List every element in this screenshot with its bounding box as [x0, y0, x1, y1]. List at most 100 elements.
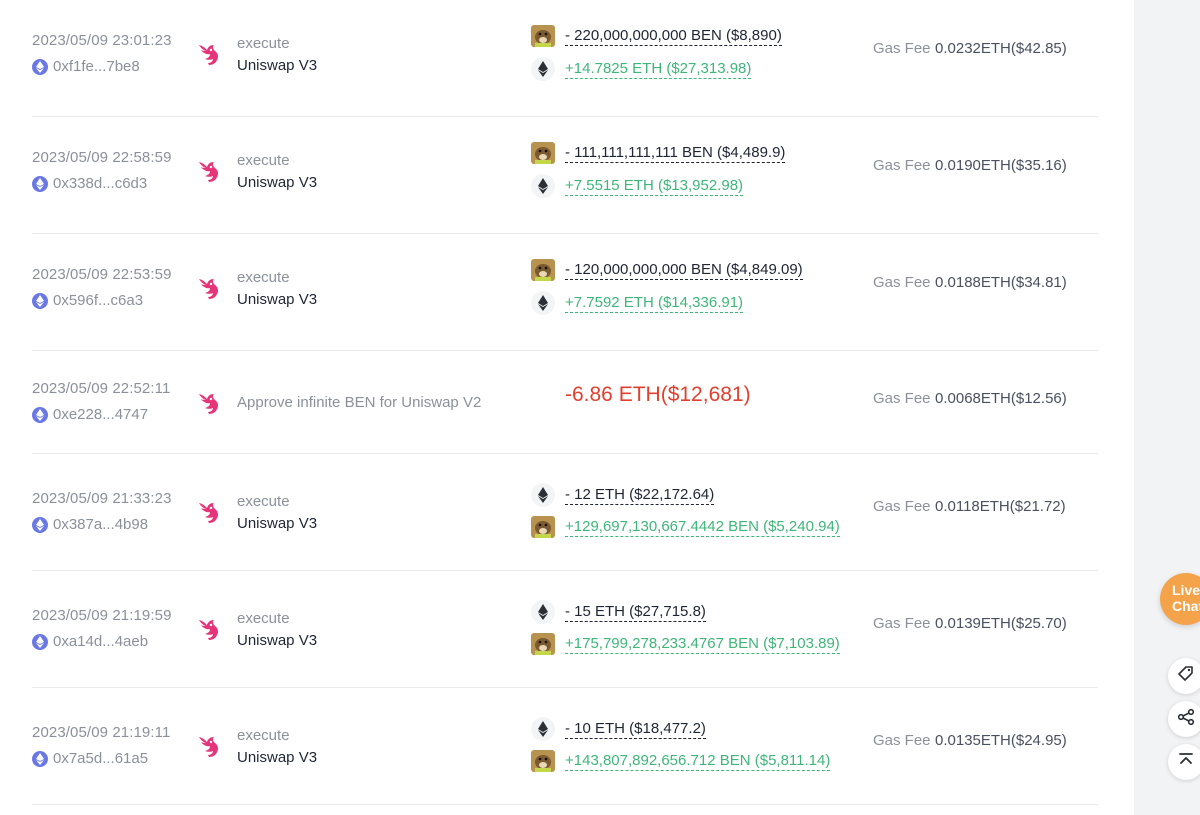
tx-timestamp: 2023/05/09 22:53:59 [32, 266, 172, 283]
transfer-amount-link[interactable]: +7.5515 ETH ($13,952.98) [565, 177, 744, 196]
uniswap-unicorn-icon [194, 497, 224, 527]
tx-hash-text: 0x596f...c6a3 [53, 292, 144, 309]
share-button[interactable] [1168, 701, 1200, 737]
tx-hash-text: 0xa14d...4aeb [53, 633, 149, 650]
token-transfer-out: - 10 ETH ($18,477.2) [531, 717, 706, 741]
token-transfer-out: - 15 ETH ($27,715.8) [531, 600, 706, 624]
gas-fee-value: 0.0139ETH($25.70) [935, 615, 1067, 632]
eth-token-icon [531, 483, 555, 507]
uniswap-unicorn-icon [194, 731, 224, 761]
table-row: 2023/05/09 21:19:11 0x7a5d...61a5 execut… [32, 688, 1098, 805]
gas-fee-value: 0.0232ETH($42.85) [935, 40, 1067, 57]
transfer-amount-link[interactable]: - 12 ETH ($22,172.64) [565, 486, 715, 505]
transfer-amount-link[interactable]: +14.7825 ETH ($27,313.98) [565, 60, 752, 79]
eth-token-icon [531, 174, 555, 198]
tx-protocol-link[interactable]: Uniswap V3 [237, 749, 317, 766]
tx-action-label: execute [237, 269, 290, 286]
token-transfer-out: - 12 ETH ($22,172.64) [531, 483, 715, 507]
gas-fee-label: Gas Fee [873, 390, 931, 407]
transaction-list-panel: 2023/05/09 23:01:23 0xf1fe...7be8 execut… [0, 0, 1134, 815]
tx-hash-text: 0x7a5d...61a5 [53, 750, 149, 767]
table-row: 2023/05/09 22:58:59 0x338d...c6d3 execut… [32, 117, 1098, 234]
ben-token-icon [531, 750, 555, 772]
tx-hash-link[interactable]: 0x338d...c6d3 [32, 175, 147, 192]
ethereum-chain-icon [32, 58, 48, 75]
uniswap-unicorn-icon [194, 388, 224, 418]
tx-hash-link[interactable]: 0x596f...c6a3 [32, 292, 143, 309]
ben-token-icon [531, 633, 555, 655]
tag-icon [1177, 665, 1195, 688]
transfer-amount-link[interactable]: +143,807,892,656.712 BEN ($5,811.14) [565, 752, 831, 771]
eth-token-icon [531, 600, 555, 624]
ethereum-chain-icon [32, 292, 48, 309]
live-chat-label-line1: Live [1172, 582, 1200, 598]
transfer-amount-link[interactable]: - 111,111,111,111 BEN ($4,489.9) [565, 144, 786, 163]
uniswap-unicorn-icon [194, 156, 224, 186]
ben-token-icon [531, 142, 555, 164]
uniswap-unicorn-icon [194, 273, 224, 303]
transfer-amount-link[interactable]: - 10 ETH ($18,477.2) [565, 720, 706, 739]
token-transfer-in: +175,799,278,233.4767 BEN ($7,103.89) [531, 632, 840, 656]
table-row: 2023/05/09 22:53:59 0x596f...c6a3 execut… [32, 234, 1098, 351]
gas-fee-value: 0.0188ETH($34.81) [935, 274, 1067, 291]
token-transfer-out: - 120,000,000,000 BEN ($4,849.09) [531, 258, 803, 282]
share-icon [1177, 708, 1195, 731]
transfer-amount-link[interactable]: - 120,000,000,000 BEN ($4,849.09) [565, 261, 803, 280]
tx-hash-text: 0xe228...4747 [53, 406, 149, 423]
scroll-top-icon [1177, 751, 1195, 774]
tx-approve-label: Approve infinite BEN for Uniswap V2 [237, 394, 482, 411]
tx-eth-amount: -6.86 ETH($12,681) [565, 383, 751, 406]
tx-timestamp: 2023/05/09 23:01:23 [32, 32, 172, 49]
gas-fee-label: Gas Fee [873, 615, 931, 632]
tx-protocol-link[interactable]: Uniswap V3 [237, 632, 317, 649]
tx-hash-link[interactable]: 0x7a5d...61a5 [32, 750, 148, 767]
gas-fee-label: Gas Fee [873, 498, 931, 515]
scroll-top-button[interactable] [1168, 744, 1200, 780]
ben-token-icon [531, 25, 555, 47]
transfer-amount-link[interactable]: +7.7592 ETH ($14,336.91) [565, 294, 744, 313]
tx-protocol-link[interactable]: Uniswap V3 [237, 515, 317, 532]
tx-hash-link[interactable]: 0xe228...4747 [32, 406, 148, 423]
table-row: 2023/05/09 21:19:59 0xa14d...4aeb execut… [32, 571, 1098, 688]
tx-action-label: execute [237, 152, 290, 169]
tx-timestamp: 2023/05/09 21:19:11 [32, 724, 171, 741]
tx-protocol-link[interactable]: Uniswap V3 [237, 291, 317, 308]
tx-action-label: execute [237, 610, 290, 627]
transfer-amount-link[interactable]: +129,697,130,667.4442 BEN ($5,240.94) [565, 518, 840, 537]
tag-button[interactable] [1168, 658, 1200, 694]
eth-token-icon [531, 717, 555, 741]
transfer-amount-link[interactable]: - 220,000,000,000 BEN ($8,890) [565, 27, 782, 46]
tx-hash-text: 0x338d...c6d3 [53, 175, 148, 192]
gas-fee-label: Gas Fee [873, 274, 931, 291]
transfer-amount-link[interactable]: - 15 ETH ($27,715.8) [565, 603, 706, 622]
gas-fee-value: 0.0190ETH($35.16) [935, 157, 1067, 174]
tx-timestamp: 2023/05/09 21:19:59 [32, 607, 172, 624]
ethereum-chain-icon [32, 633, 48, 650]
tx-protocol-link[interactable]: Uniswap V3 [237, 57, 317, 74]
tx-hash-link[interactable]: 0x387a...4b98 [32, 516, 148, 533]
tx-protocol-link[interactable]: Uniswap V3 [237, 174, 317, 191]
table-row: 2023/05/09 21:33:23 0x387a...4b98 execut… [32, 454, 1098, 571]
tx-timestamp: 2023/05/09 22:58:59 [32, 149, 172, 166]
uniswap-unicorn-icon [194, 614, 224, 644]
token-transfer-in: +14.7825 ETH ($27,313.98) [531, 57, 752, 81]
eth-token-icon [531, 57, 555, 81]
ethereum-chain-icon [32, 750, 48, 767]
transfer-amount-link[interactable]: +175,799,278,233.4767 BEN ($7,103.89) [565, 635, 840, 654]
tx-hash-link[interactable]: 0xf1fe...7be8 [32, 58, 140, 75]
tx-hash-link[interactable]: 0xa14d...4aeb [32, 633, 148, 650]
live-chat-label-line2: Chat [1172, 598, 1200, 614]
tx-action-label: execute [237, 493, 290, 510]
token-transfer-in: +143,807,892,656.712 BEN ($5,811.14) [531, 749, 831, 773]
token-transfer-out: - 111,111,111,111 BEN ($4,489.9) [531, 141, 786, 165]
eth-token-icon [531, 291, 555, 315]
token-transfer-in: +129,697,130,667.4442 BEN ($5,240.94) [531, 515, 840, 539]
tx-action-label: execute [237, 727, 290, 744]
transaction-rows: 2023/05/09 23:01:23 0xf1fe...7be8 execut… [32, 0, 1098, 805]
ben-token-icon [531, 259, 555, 281]
table-row: 2023/05/09 23:01:23 0xf1fe...7be8 execut… [32, 0, 1098, 117]
token-transfer-in: +7.5515 ETH ($13,952.98) [531, 174, 744, 198]
token-transfer-out: - 220,000,000,000 BEN ($8,890) [531, 24, 782, 48]
gas-fee-value: 0.0068ETH($12.56) [935, 390, 1067, 407]
ethereum-chain-icon [32, 516, 48, 533]
